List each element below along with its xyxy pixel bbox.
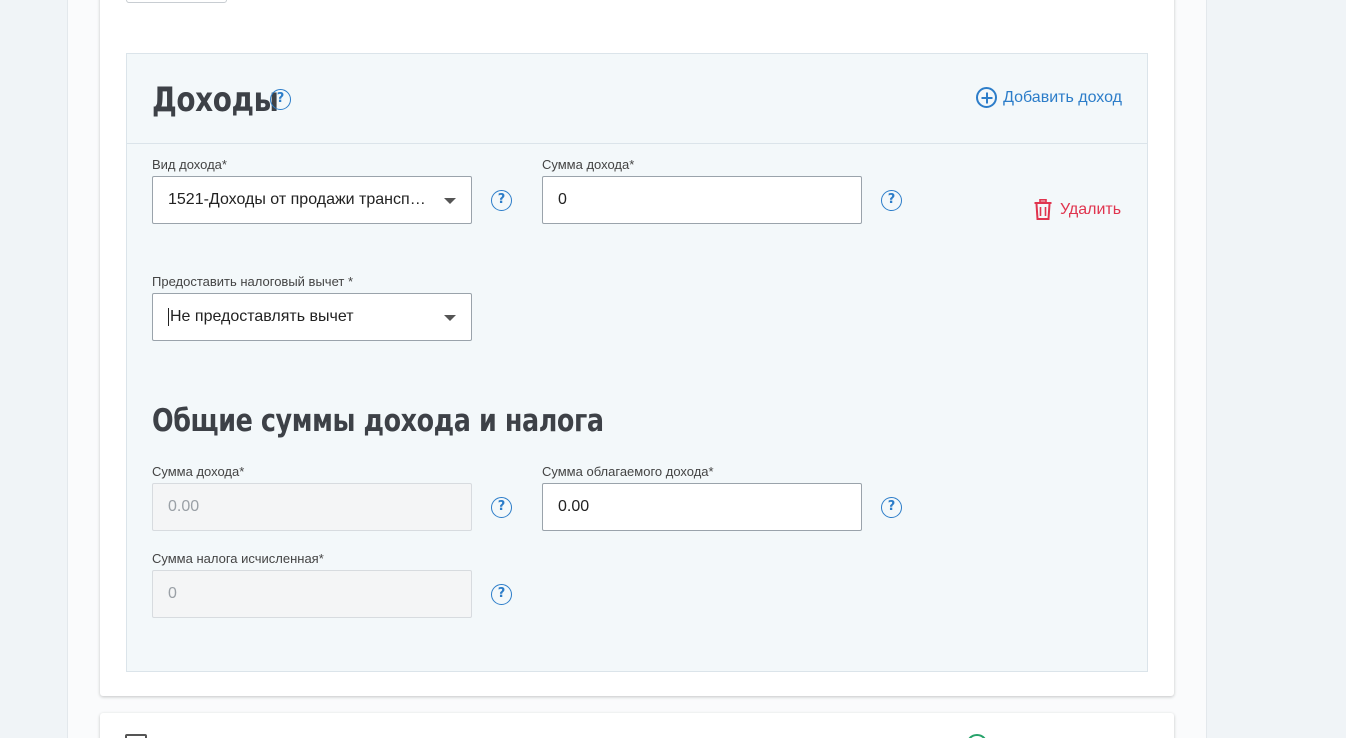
tax-deduction-select[interactable]: Не предоставлять вычет bbox=[152, 293, 472, 341]
trash-icon bbox=[1034, 199, 1052, 220]
income-section-title: Доходы bbox=[152, 80, 279, 120]
income-amount-label: Сумма дохода* bbox=[542, 157, 635, 172]
income-amount-input[interactable]: 0 bbox=[542, 176, 862, 224]
declaration-card: Доходы ? Добавить доход Вид дохода* 1521… bbox=[100, 0, 1174, 696]
tax-calculated-label: Сумма налога исчисленная* bbox=[152, 551, 324, 566]
next-card bbox=[100, 713, 1174, 738]
income-amount-value: 0 bbox=[558, 191, 567, 208]
tax-deduction-value: Не предоставлять вычет bbox=[170, 308, 354, 325]
income-type-value: 1521-Доходы от продажи транспорта bbox=[168, 191, 431, 208]
total-income-value: 0.00 bbox=[168, 498, 200, 515]
add-income-label: Добавить доход bbox=[1003, 88, 1122, 106]
total-income-input: 0.00 bbox=[152, 483, 472, 531]
text-cursor bbox=[168, 308, 169, 326]
tax-calculated-value: 0 bbox=[168, 585, 177, 602]
delete-income-button[interactable]: Удалить bbox=[1034, 199, 1121, 220]
income-type-label: Вид дохода* bbox=[152, 157, 227, 172]
income-panel-header: Доходы ? Добавить доход bbox=[127, 54, 1147, 144]
income-type-select[interactable]: 1521-Доходы от продажи транспорта bbox=[152, 176, 472, 224]
taxable-income-label: Сумма облагаемого дохода* bbox=[542, 464, 714, 479]
income-panel: Доходы ? Добавить доход Вид дохода* 1521… bbox=[126, 53, 1148, 672]
tax-calculated-help-icon[interactable]: ? bbox=[491, 584, 512, 605]
income-type-help-icon[interactable]: ? bbox=[491, 190, 512, 211]
plus-circle-icon bbox=[976, 87, 998, 108]
add-income-button[interactable]: Добавить доход bbox=[976, 87, 1122, 108]
previous-field-stub bbox=[126, 0, 227, 3]
total-income-label: Сумма дохода* bbox=[152, 464, 245, 479]
total-income-help-icon[interactable]: ? bbox=[491, 497, 512, 518]
taxable-income-input[interactable]: 0.00 bbox=[542, 483, 862, 531]
income-help-icon[interactable]: ? bbox=[270, 89, 291, 110]
totals-section-title: Общие суммы дохода и налога bbox=[152, 403, 604, 439]
tax-calculated-input: 0 bbox=[152, 570, 472, 618]
delete-income-label: Удалить bbox=[1060, 200, 1122, 218]
caret-down-icon bbox=[444, 315, 456, 321]
taxable-income-help-icon[interactable]: ? bbox=[881, 497, 902, 518]
tax-deduction-label: Предоставить налоговый вычет * bbox=[152, 274, 354, 289]
next-card-checkbox[interactable] bbox=[125, 734, 147, 738]
caret-down-icon bbox=[444, 198, 456, 204]
taxable-income-value: 0.00 bbox=[558, 498, 590, 515]
next-card-status-icon bbox=[966, 734, 988, 738]
income-amount-help-icon[interactable]: ? bbox=[881, 190, 902, 211]
